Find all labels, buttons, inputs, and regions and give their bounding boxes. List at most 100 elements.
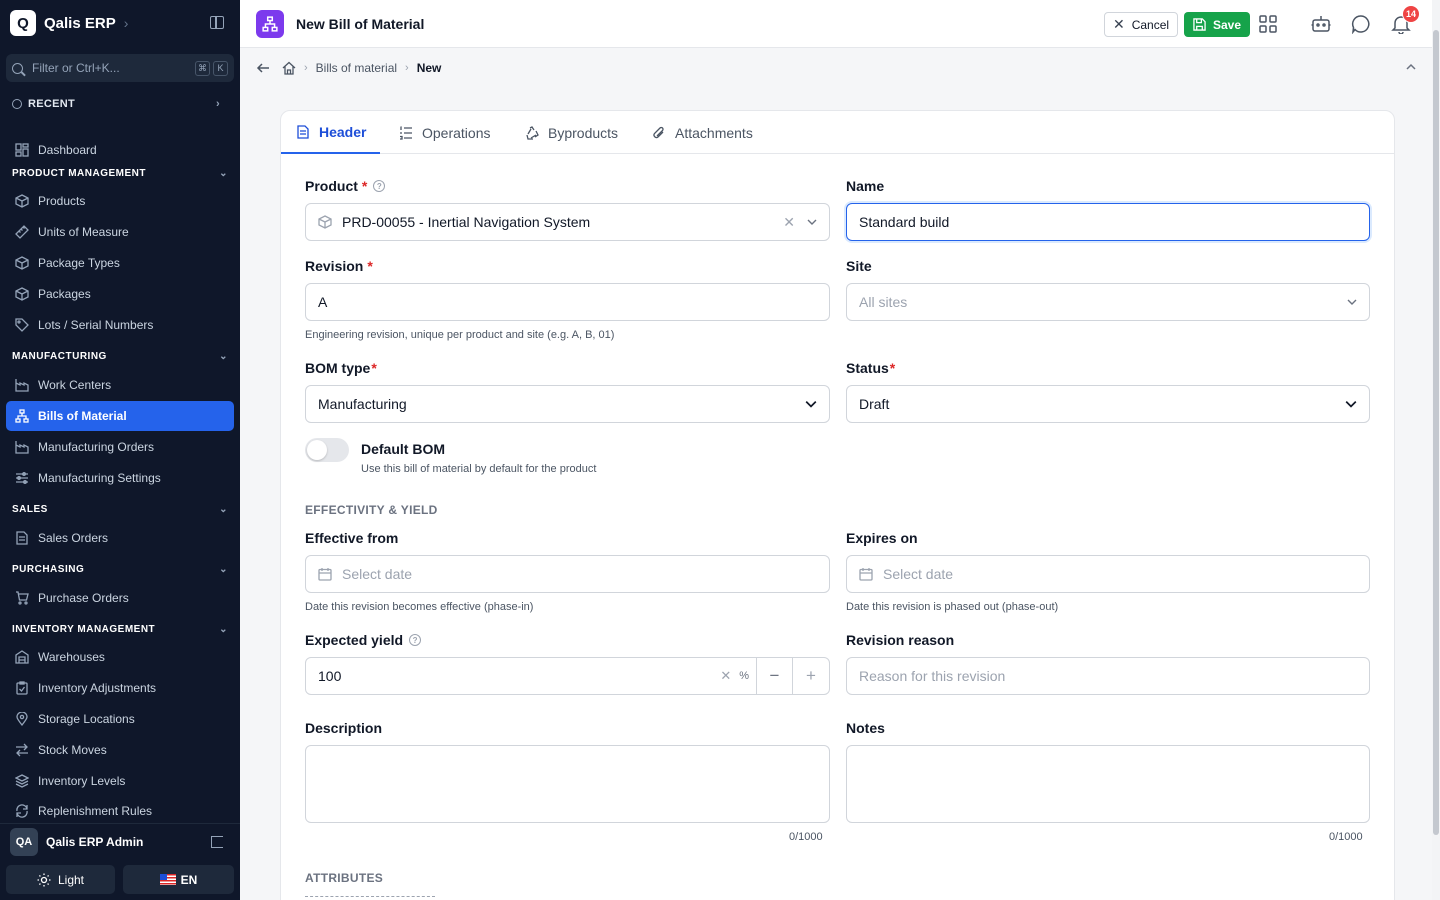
sidebar-item-replenishment[interactable]: Replenishment Rules [6, 797, 234, 821]
section-manufacturing[interactable]: MANUFACTURING ⌄ [12, 351, 228, 362]
chevron-down-icon: ⌄ [219, 504, 228, 515]
search-icon [12, 62, 23, 74]
section-product-management[interactable]: PRODUCT MANAGEMENT ⌄ [12, 168, 228, 179]
brand[interactable]: Q Qalis ERP › [10, 10, 128, 36]
tab-attachments[interactable]: Attachments [652, 111, 753, 154]
sun-icon [37, 873, 51, 886]
section-purchasing[interactable]: PURCHASING ⌄ [12, 564, 228, 575]
label-text: Description [305, 720, 383, 736]
chevron-down-icon: ⌄ [219, 564, 228, 575]
revision-input[interactable]: A [305, 283, 830, 321]
sidebar-item-purchase-orders[interactable]: Purchase Orders [6, 583, 234, 613]
decrement-button[interactable]: − [757, 658, 792, 694]
revision-reason-input[interactable]: Reason for this revision [846, 657, 1370, 695]
factory-icon [15, 379, 29, 392]
default-bom-toggle[interactable] [305, 438, 349, 462]
back-arrow-icon[interactable] [256, 61, 270, 75]
language-label: EN [180, 872, 198, 887]
tab-bar: Header Operations Byproducts Attachments [281, 111, 1394, 154]
sidebar-item-label: Replenishment Rules [38, 804, 153, 818]
sidebar-item-label: Manufacturing Settings [38, 471, 161, 485]
tab-operations[interactable]: Operations [399, 111, 490, 154]
tab-byproducts[interactable]: Byproducts [525, 111, 618, 154]
sidebar-item-inv-adjustments[interactable]: Inventory Adjustments [6, 673, 234, 703]
bot-icon[interactable] [1311, 14, 1331, 34]
name-input[interactable]: Standard build [846, 203, 1370, 241]
kbd-k: K [213, 60, 228, 76]
sidebar-item-mfg-settings[interactable]: Manufacturing Settings [6, 463, 234, 493]
section-sales[interactable]: SALES ⌄ [12, 504, 228, 515]
sidebar-item-stock-moves[interactable]: Stock Moves [6, 735, 234, 765]
filter-input[interactable] [32, 61, 192, 75]
sidebar-item-package-types[interactable]: Package Types [6, 248, 234, 278]
breadcrumb: › Bills of material › New [256, 58, 441, 78]
clipboard-icon [16, 681, 28, 695]
notes-counter: 0/1000 [1329, 831, 1363, 843]
sidebar-item-mfg-orders[interactable]: Manufacturing Orders [6, 432, 234, 462]
section-inventory[interactable]: INVENTORY MANAGEMENT ⌄ [12, 624, 228, 635]
home-icon[interactable] [282, 61, 296, 75]
sidebar-item-warehouses[interactable]: Warehouses [6, 642, 234, 672]
chat-icon[interactable] [1351, 14, 1371, 34]
user-profile[interactable]: QA Qalis ERP Admin [0, 823, 240, 860]
sidebar-item-label: Package Types [38, 256, 120, 270]
tab-header[interactable]: Header [281, 111, 380, 154]
date-placeholder: Select date [342, 566, 413, 582]
sidebar-item-label: Purchase Orders [38, 591, 129, 605]
notes-textarea[interactable] [846, 745, 1370, 823]
save-button[interactable]: Save [1184, 12, 1250, 37]
sidebar-item-products[interactable]: Products [6, 186, 234, 216]
sidebar-item-inv-levels[interactable]: Inventory Levels [6, 766, 234, 796]
name-value: Standard build [859, 214, 950, 230]
sidebar-item-lots[interactable]: Lots / Serial Numbers [6, 310, 234, 340]
label-text: Revision [305, 258, 364, 274]
effective-from-datepicker[interactable]: Select date [305, 555, 830, 593]
clear-icon[interactable]: ✕ [783, 214, 795, 231]
increment-button[interactable]: + [793, 658, 829, 694]
status-value: Draft [859, 396, 890, 412]
warehouse-icon [15, 650, 29, 664]
status-select[interactable]: Draft [846, 385, 1370, 423]
description-textarea[interactable] [305, 745, 830, 823]
apps-grid-icon[interactable] [1258, 14, 1278, 34]
calendar-icon [859, 568, 873, 581]
product-select[interactable]: PRD-00055 - Inertial Navigation System ✕ [305, 203, 830, 241]
help-icon[interactable]: ? [373, 180, 386, 192]
tab-label: Attachments [675, 124, 753, 141]
save-label: Save [1212, 17, 1242, 32]
product-value: PRD-00055 - Inertial Navigation System [342, 214, 591, 230]
sidebar-item-uom[interactable]: Units of Measure [6, 217, 234, 247]
breadcrumb-parent[interactable]: Bills of material [316, 61, 397, 75]
sidebar-item-packages[interactable]: Packages [6, 279, 234, 309]
clear-icon[interactable]: ✕ [720, 668, 731, 684]
recent-section[interactable]: RECENT › [12, 98, 220, 110]
sidebar-item-sales-orders[interactable]: Sales Orders [6, 523, 234, 553]
cancel-button[interactable]: ✕ Cancel [1104, 12, 1178, 37]
dashboard-icon [15, 143, 29, 157]
sidebar-item-storage-locations[interactable]: Storage Locations [6, 704, 234, 734]
section-label: INVENTORY MANAGEMENT [12, 624, 156, 635]
expires-on-datepicker[interactable]: Select date [846, 555, 1370, 593]
chevron-up-icon[interactable] [1406, 62, 1416, 72]
expected-yield-input[interactable]: 100 ✕ % − + [305, 657, 830, 695]
label-text: Expected yield [305, 632, 404, 648]
sidebar-item-label: Sales Orders [38, 531, 109, 545]
sidebar-item-work-centers[interactable]: Work Centers [6, 370, 234, 400]
bom-type-select[interactable]: Manufacturing [305, 385, 830, 423]
required-marker: * [367, 258, 373, 274]
sidebar-collapse-icon[interactable] [210, 16, 224, 29]
language-button[interactable]: EN [123, 865, 234, 894]
help-icon[interactable]: ? [409, 634, 422, 646]
site-select[interactable]: All sites [846, 283, 1370, 321]
sidebar-item-bills-of-material[interactable]: Bills of Material [6, 401, 234, 431]
close-icon: ✕ [1112, 16, 1125, 32]
logout-icon[interactable] [211, 836, 223, 848]
page-title: New Bill of Material [296, 16, 425, 32]
breadcrumb-separator: › [304, 62, 308, 74]
required-marker: * [371, 360, 377, 376]
notification-badge: 14 [1402, 5, 1420, 23]
theme-toggle-button[interactable]: Light [6, 865, 115, 894]
box-icon [15, 256, 29, 270]
sidebar-item-dashboard[interactable]: Dashboard [6, 135, 234, 165]
page-scrollbar-thumb[interactable] [1433, 30, 1439, 835]
